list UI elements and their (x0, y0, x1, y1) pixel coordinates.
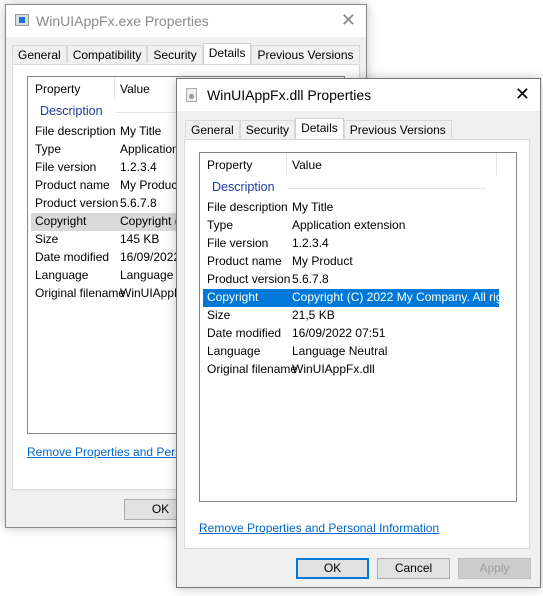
property-name: Size (207, 308, 231, 322)
tab-compatibility[interactable]: Compatibility (66, 45, 148, 63)
column-divider (114, 77, 115, 99)
property-row[interactable]: Original filename WinUIAppFx.dll (203, 361, 499, 379)
property-list[interactable]: Property Value Description File description… (199, 152, 517, 502)
cancel-button[interactable]: Cancel (377, 558, 450, 579)
window-title: WinUIAppFx.dll Properties (207, 87, 372, 103)
property-value: My Product (292, 254, 353, 268)
property-value: 16/09/2022 07:51 (292, 326, 386, 340)
close-icon[interactable]: ✕ (341, 10, 356, 30)
dll-properties-window: WinUIAppFx.dll Properties ✕ General Secur… (176, 78, 541, 588)
property-row[interactable]: File version 1.2.3.4 (203, 235, 499, 253)
tab-strip: General Compatibility Security Details Previ… (12, 43, 360, 64)
tab-strip: General Security Details Previous Versions (185, 118, 452, 139)
property-value: Copyright (C) 2022 My Company. All right… (292, 290, 517, 304)
property-row[interactable]: File description My Title (203, 199, 499, 217)
column-header-value[interactable]: Value (292, 158, 322, 172)
property-value: WinUIAppFx.dll (292, 362, 375, 376)
remove-properties-link[interactable]: Remove Properties and Personal Informati… (199, 521, 439, 535)
property-value: 1.2.3.4 (292, 236, 329, 250)
property-value: 21,5 KB (292, 308, 335, 322)
property-value: 145 KB (120, 232, 160, 246)
property-name: Size (35, 232, 59, 246)
tab-security[interactable]: Security (147, 45, 203, 63)
column-divider (496, 153, 497, 175)
property-name: Type (207, 218, 234, 232)
tab-general[interactable]: General (12, 45, 67, 63)
property-row[interactable]: Product name My Product (203, 253, 499, 271)
column-header-property[interactable]: Property (35, 82, 80, 96)
tab-details[interactable]: Details (295, 118, 344, 139)
ok-button[interactable]: OK (296, 558, 369, 579)
property-name: Language (207, 344, 261, 358)
property-name: Product version (35, 196, 119, 210)
group-header-description: Description (40, 104, 103, 118)
property-row[interactable]: Size 21,5 KB (203, 307, 499, 325)
property-name: Copyright (207, 290, 259, 304)
property-name: File description (207, 200, 288, 214)
property-row[interactable]: Language Language Neutral (203, 343, 499, 361)
group-divider (288, 188, 486, 189)
property-value: 5.6.7.8 (120, 196, 157, 210)
property-name: Date modified (207, 326, 282, 340)
property-value: Language Neutral (292, 344, 388, 358)
property-name: Product name (35, 178, 110, 192)
property-name: File description (35, 124, 116, 138)
property-value: My Title (120, 124, 162, 138)
property-name: Type (35, 142, 62, 156)
property-row[interactable]: Copyright Copyright (C) 2022 My Company. … (203, 289, 516, 307)
group-header-description: Description (212, 180, 275, 194)
close-icon[interactable]: ✕ (515, 84, 530, 104)
tab-previous-versions[interactable]: Previous Versions (251, 45, 360, 63)
remove-properties-link[interactable]: Remove Properties and Persona (27, 445, 201, 459)
tab-security[interactable]: Security (239, 120, 296, 138)
property-value: 1.2.3.4 (120, 160, 157, 174)
property-name: Product version (207, 272, 291, 286)
property-value: Application extension (292, 218, 406, 232)
property-name: File version (35, 160, 97, 174)
dll-file-icon (186, 88, 197, 102)
property-row[interactable]: Product version 5.6.7.8 (203, 271, 499, 289)
column-divider (286, 153, 287, 175)
property-name: Original filename (207, 362, 298, 376)
property-value: My Product (120, 178, 181, 192)
property-value: Application (120, 142, 179, 156)
property-name: File version (207, 236, 269, 250)
apply-button: Apply (458, 558, 531, 579)
details-panel: Property Value Description File description… (184, 139, 530, 549)
property-name: Product name (207, 254, 282, 268)
property-row[interactable]: Type Application extension (203, 217, 499, 235)
column-header-property[interactable]: Property (207, 158, 252, 172)
exe-app-icon (15, 14, 29, 26)
column-header-value[interactable]: Value (120, 82, 150, 96)
tab-details[interactable]: Details (202, 43, 252, 64)
property-value: My Title (292, 200, 334, 214)
property-row[interactable]: Date modified 16/09/2022 07:51 (203, 325, 499, 343)
property-name: Language (35, 268, 89, 282)
tab-previous-versions[interactable]: Previous Versions (343, 120, 452, 138)
property-name: Copyright (35, 214, 87, 228)
tab-general[interactable]: General (185, 120, 240, 138)
list-header: Property Value (200, 153, 516, 177)
window-title: WinUIAppFx.exe Properties (36, 13, 209, 29)
title-bar: WinUIAppFx.dll Properties ✕ (177, 79, 540, 111)
property-value: 5.6.7.8 (292, 272, 329, 286)
property-name: Original filename (35, 286, 126, 300)
title-bar: WinUIAppFx.exe Properties ✕ (6, 5, 366, 37)
property-value: 16/09/2022 (120, 250, 181, 264)
property-name: Date modified (35, 250, 110, 264)
